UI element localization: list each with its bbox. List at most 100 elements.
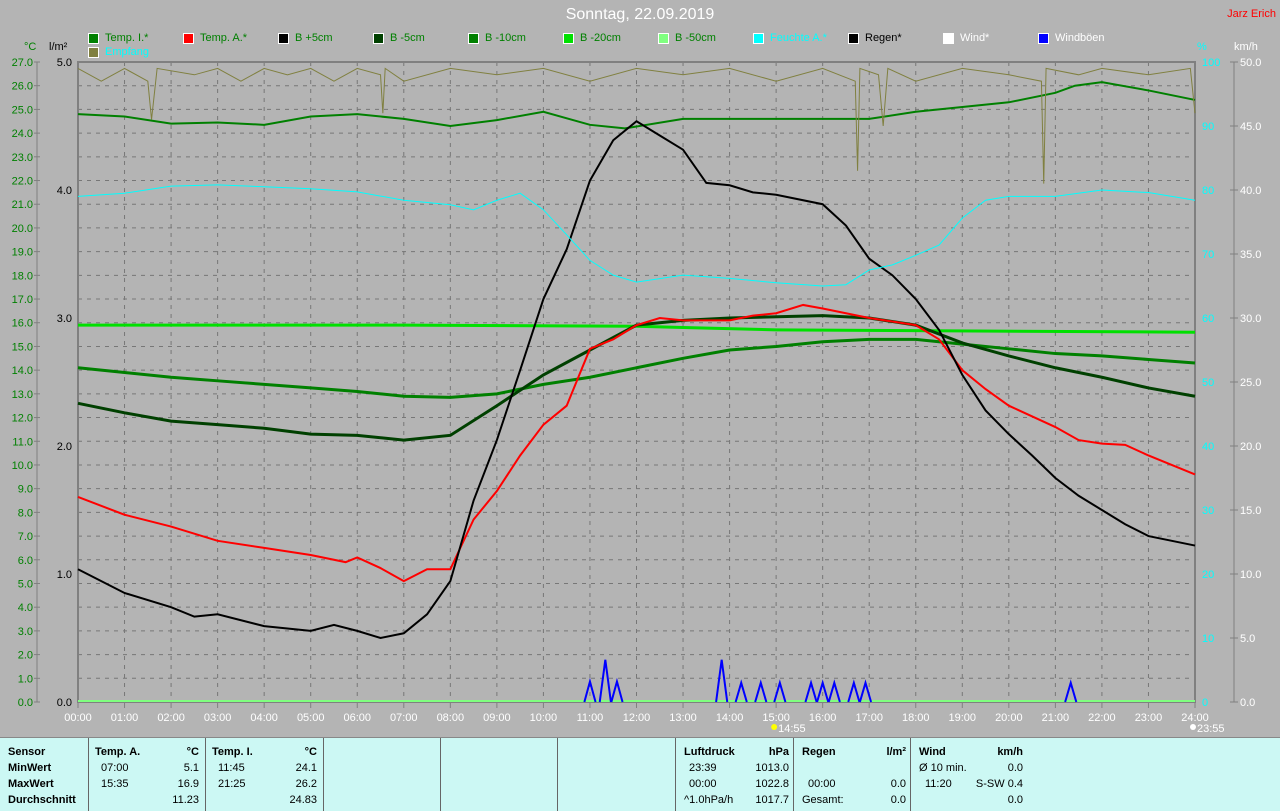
humidity-tick-label: 90: [1202, 121, 1214, 133]
rain-header: Regen: [802, 746, 836, 758]
temp-tick-label: 7.0: [18, 531, 33, 543]
wind-gust-peak: [583, 677, 597, 703]
x-tick-label: 05:00: [297, 712, 325, 724]
wind-gust-peak: [754, 679, 768, 703]
wind-other: 0.0: [1007, 794, 1023, 806]
temp-a-max: 16.9: [177, 778, 199, 790]
wind-gust-peak: [715, 659, 729, 703]
x-tick-label: 17:00: [855, 712, 883, 724]
temp-tick-label: 21.0: [12, 199, 33, 211]
temp-a-unit: °C: [186, 746, 199, 758]
humidity-tick-label: 0: [1202, 697, 1208, 709]
temp-i-max: 26.2: [295, 778, 317, 790]
rain-tick-label: 5.0: [57, 57, 72, 69]
temp-i-header: Temp. I.: [212, 746, 253, 758]
rain-unit: l/m²: [886, 746, 906, 758]
rain-total-label: Gesamt:: [802, 794, 844, 806]
minwert-label: MinWert: [8, 762, 52, 774]
x-tick-label: 14:00: [716, 712, 744, 724]
temp-a-max-time: 15:35: [101, 778, 129, 790]
temp-tick-label: 17.0: [12, 294, 33, 306]
x-tick-label: 21:00: [1042, 712, 1070, 724]
temp-i-avg: 24.83: [289, 794, 317, 806]
rain-tick-label: 2.0: [57, 441, 72, 453]
x-tick-label: 11:00: [577, 712, 604, 724]
maxwert-label: MaxWert: [8, 778, 54, 790]
wind-tick-label: 15.0: [1240, 505, 1261, 517]
pressure-max: 1022.8: [755, 778, 789, 790]
temp-tick-label: 24.0: [12, 128, 33, 140]
temp-tick-label: 5.0: [18, 578, 33, 590]
humidity-tick-label: 50: [1202, 377, 1214, 389]
wind-gust-peak: [1064, 679, 1078, 703]
wind-tick-label: 5.0: [1240, 633, 1255, 645]
rain-tick-label: 3.0: [57, 313, 72, 325]
x-tick-label: 10:00: [530, 712, 558, 724]
temp-tick-label: 2.0: [18, 650, 33, 662]
wind-header: Wind: [919, 746, 946, 758]
rain-total: 0.0: [890, 794, 906, 806]
temp-a-min-time: 07:00: [101, 762, 129, 774]
wind-gust-peak: [804, 679, 818, 703]
temp-tick-label: 19.0: [12, 247, 33, 259]
rain-time: 00:00: [808, 778, 836, 790]
temp-tick-label: 11.0: [12, 436, 33, 448]
x-tick-label: 09:00: [483, 712, 511, 724]
sun-time-label: 14:55: [778, 723, 806, 735]
temp-a-avg: 11.23: [172, 794, 199, 806]
x-tick-label: 03:00: [204, 712, 232, 724]
wind-unit: km/h: [997, 746, 1023, 758]
wind-axis-label: km/h: [1234, 41, 1258, 53]
col-empty-3: [558, 738, 676, 811]
sensor-header: Sensor: [8, 746, 46, 758]
wind-tick-label: 25.0: [1240, 377, 1261, 389]
humidity-tick-label: 60: [1202, 313, 1214, 325]
temp-tick-label: 15.0: [12, 341, 33, 353]
temp-tick-label: 8.0: [18, 507, 33, 519]
temp-tick-label: 10.0: [12, 460, 33, 472]
temp-tick-label: 27.0: [12, 57, 33, 69]
humidity-tick-label: 80: [1202, 185, 1214, 197]
wind-gust-peak: [847, 679, 861, 703]
moon-icon: [1190, 724, 1196, 730]
wind-max: S-SW 0.4: [975, 778, 1023, 790]
x-tick-label: 19:00: [949, 712, 977, 724]
temp-tick-label: 3.0: [18, 626, 33, 638]
temp-i-unit: °C: [304, 746, 317, 758]
wind-gust-peak: [734, 679, 748, 703]
temp-tick-label: 23.0: [12, 152, 33, 164]
x-tick-label: 00:00: [64, 712, 92, 724]
moon-time-label: 23:55: [1197, 723, 1225, 735]
wind-tick-label: 10.0: [1240, 569, 1261, 581]
x-tick-label: 08:00: [437, 712, 465, 724]
col-empty-1: [324, 738, 441, 811]
wind-gust-peak: [598, 659, 612, 703]
wind-avg-label: Ø 10 min.: [919, 762, 967, 774]
temp-i-min-time: 11:45: [218, 762, 245, 774]
avg-label: Durchschnitt: [8, 794, 76, 806]
temp-tick-label: 0.0: [18, 697, 33, 709]
temp-tick-label: 6.0: [18, 555, 33, 567]
wind-tick-label: 30.0: [1240, 313, 1261, 325]
temp-tick-label: 1.0: [18, 673, 33, 685]
humidity-axis-label: %: [1197, 41, 1207, 53]
pressure-header: Luftdruck: [684, 746, 735, 758]
temp-tick-label: 26.0: [12, 81, 33, 93]
wind-gust-peak: [610, 677, 624, 703]
temp-i-max-time: 21:25: [218, 778, 246, 790]
pressure-avg: 1017.7: [755, 794, 789, 806]
humidity-tick-label: 30: [1202, 505, 1214, 517]
x-tick-label: 06:00: [343, 712, 371, 724]
stats-table: Sensor MinWert MaxWert Durchschnitt Temp…: [0, 737, 1280, 811]
col-rain: Regen l/m² 00:00 0.0 Gesamt: 0.0: [794, 738, 911, 811]
x-tick-label: 16:00: [809, 712, 837, 724]
temp-tick-label: 22.0: [12, 176, 33, 188]
rain-tick-label: 1.0: [57, 569, 72, 581]
wind-tick-label: 20.0: [1240, 441, 1261, 453]
sun-icon: [771, 724, 778, 730]
x-tick-label: 22:00: [1088, 712, 1116, 724]
col-sensor: Sensor MinWert MaxWert Durchschnitt: [0, 738, 89, 811]
temp-a-header: Temp. A.: [95, 746, 141, 758]
humidity-tick-label: 100: [1202, 57, 1220, 69]
pressure-trend: ^1.0hPa/h: [684, 794, 734, 806]
